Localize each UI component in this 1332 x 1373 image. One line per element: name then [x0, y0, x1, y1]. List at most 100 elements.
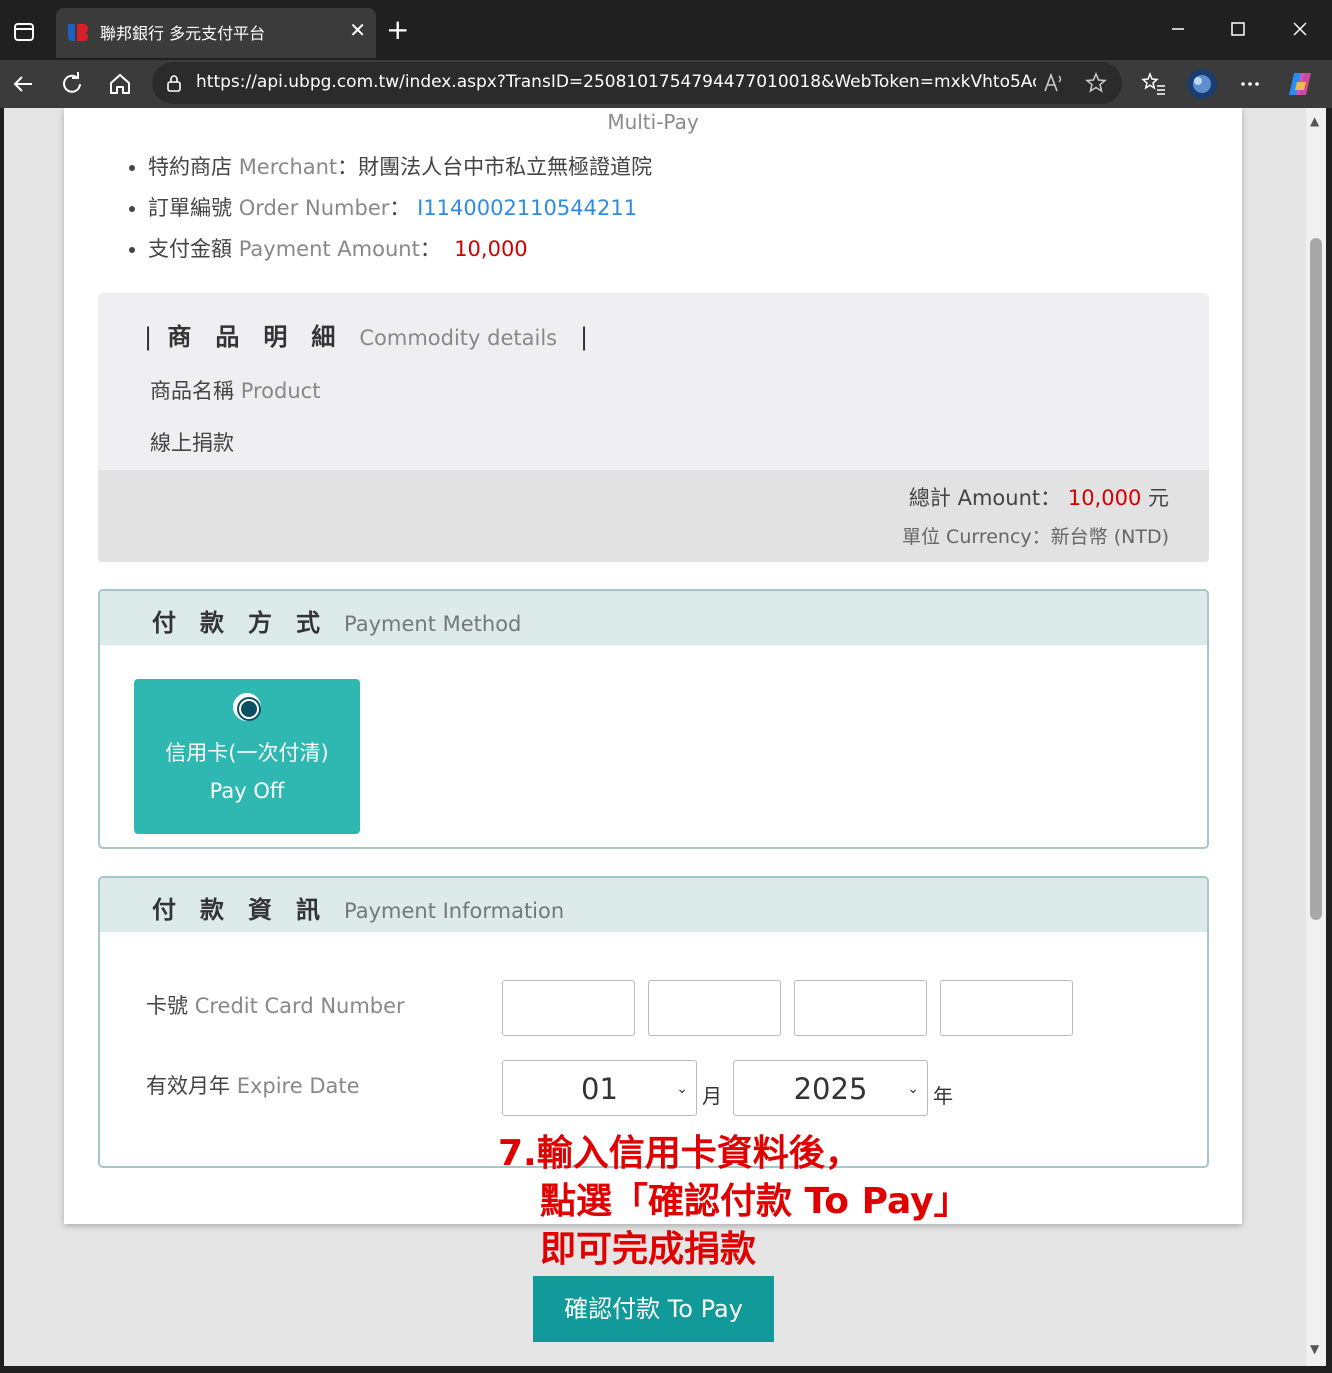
payment-method-title: 付款方式Payment Method: [152, 603, 521, 638]
tab-title: 聯邦銀行 多元支付平台: [100, 24, 266, 43]
merchant-value: 財團法人台中市私立無極證道院: [358, 155, 653, 179]
page-subtitle: Multi-Pay: [607, 110, 699, 134]
refresh-icon[interactable]: [54, 66, 90, 102]
currency-line: 單位 Currency：新台幣 (NTD): [902, 522, 1169, 549]
chevron-down-icon: ⌄: [676, 1081, 688, 1097]
credit-card-payoff-option[interactable]: 信用卡(一次付清) Pay Off: [134, 679, 360, 834]
total-amount: 總計 Amount： 10,000 元: [909, 482, 1169, 512]
colon: ：: [389, 196, 411, 220]
colon: ：: [1040, 486, 1062, 510]
profile-avatar-icon[interactable]: [1186, 68, 1218, 100]
annotation-line-2: 點選「確認付款 To Pay」: [540, 1181, 970, 1222]
card-label-en: Credit Card Number: [194, 994, 405, 1018]
copilot-icon[interactable]: [1284, 68, 1316, 100]
payment-method-header: 付款方式Payment Method: [100, 591, 1207, 645]
month-value: 01: [581, 1072, 618, 1106]
browser-window: 聯邦銀行 多元支付平台 ✕ + https://api.ubpg.com.tw/…: [0, 0, 1332, 1373]
currency-label-en: Currency: [946, 526, 1032, 548]
card-label-zh: 卡號: [146, 994, 188, 1018]
scroll-up-icon[interactable]: ▲: [1310, 114, 1319, 128]
commodity-total-bar: 總計 Amount： 10,000 元 單位 Currency：新台幣 (NTD…: [98, 470, 1209, 562]
colon: ：: [419, 237, 441, 261]
tab-actions-icon[interactable]: [8, 16, 40, 48]
order-label-zh: 訂單編號: [148, 196, 232, 220]
more-options-icon[interactable]: [1234, 68, 1266, 100]
month-unit: 月: [702, 1084, 722, 1108]
order-label-en: Order Number: [238, 196, 390, 220]
expire-month-select[interactable]: 01 ⌄: [502, 1060, 697, 1116]
expire-date-label: 有效月年 Expire Date: [146, 1070, 360, 1100]
expire-label-zh: 有效月年: [146, 1074, 230, 1098]
chevron-down-icon: ⌄: [907, 1081, 919, 1097]
card-number-field-2[interactable]: [648, 980, 781, 1036]
total-value: 10,000: [1067, 486, 1142, 510]
payment-info-title-en: Payment Information: [344, 899, 565, 923]
order-info-list: 特約商店 Merchant：財團法人台中市私立無極證道院 訂單編號 Order …: [148, 152, 652, 275]
payment-card: Multi-Pay 特約商店 Merchant：財團法人台中市私立無極證道院 訂…: [64, 108, 1242, 1224]
total-unit: 元: [1148, 486, 1169, 510]
payment-method-title-zh: 付款方式: [152, 609, 344, 637]
selected-radio-icon[interactable]: [233, 693, 261, 721]
browser-tab[interactable]: 聯邦銀行 多元支付平台 ✕: [56, 8, 376, 58]
total-label-en: Amount: [957, 486, 1041, 510]
order-number-row: 訂單編號 Order Number： I1140002110544211: [148, 193, 652, 234]
favorite-star-icon[interactable]: [1084, 71, 1108, 95]
card-number-field-1[interactable]: [502, 980, 635, 1036]
home-icon[interactable]: [102, 66, 138, 102]
year-value: 2025: [793, 1072, 868, 1106]
expire-year-select[interactable]: 2025 ⌄: [733, 1060, 928, 1116]
vertical-scrollbar[interactable]: ▲ ▼: [1306, 108, 1326, 1366]
currency-value: 新台幣 (NTD): [1050, 526, 1169, 548]
year-unit: 年: [933, 1084, 953, 1108]
merchant-label-en: Merchant: [238, 155, 338, 179]
back-icon[interactable]: [6, 66, 42, 102]
browser-toolbar: https://api.ubpg.com.tw/index.aspx?Trans…: [0, 60, 1332, 108]
expire-label-en: Expire Date: [236, 1074, 360, 1098]
card-number-field-3[interactable]: [794, 980, 927, 1036]
payment-information-title: 付款資訊Payment Information: [152, 890, 564, 925]
address-bar[interactable]: https://api.ubpg.com.tw/index.aspx?Trans…: [152, 62, 1122, 104]
total-label-zh: 總計: [908, 486, 951, 510]
order-number-value: I1140002110544211: [417, 196, 638, 220]
option-label-en: Pay Off: [209, 779, 285, 803]
title-bar: 聯邦銀行 多元支付平台 ✕ +: [0, 0, 1332, 60]
product-label-en: Product: [240, 379, 321, 403]
tab-close-icon[interactable]: ✕: [349, 18, 366, 42]
ubot-logo-icon: [66, 21, 90, 43]
minimize-icon[interactable]: [1158, 14, 1198, 44]
amount-label-en: Payment Amount: [238, 237, 420, 261]
commodity-title-en: Commodity details: [359, 326, 558, 350]
lock-icon[interactable]: [164, 73, 184, 97]
currency-label-zh: 單位: [901, 526, 940, 548]
merchant-label-zh: 特約商店: [148, 155, 232, 179]
maximize-icon[interactable]: [1218, 14, 1258, 44]
scroll-down-icon[interactable]: ▼: [1310, 1342, 1319, 1356]
colon: ：: [1031, 526, 1051, 548]
amount-value: 10,000: [454, 237, 528, 261]
card-number-label: 卡號 Credit Card Number: [146, 990, 405, 1020]
payment-method-panel: 付款方式Payment Method 信用卡(一次付清) Pay Off: [98, 589, 1209, 849]
card-number-field-4[interactable]: [940, 980, 1073, 1036]
scrollbar-thumb[interactable]: [1310, 238, 1322, 920]
page-viewport: Multi-Pay 特約商店 Merchant：財團法人台中市私立無極證道院 訂…: [4, 108, 1306, 1366]
amount-label-zh: 支付金額: [148, 237, 232, 261]
confirm-pay-button[interactable]: 確認付款 To Pay: [533, 1276, 774, 1342]
payment-info-title-zh: 付款資訊: [152, 896, 344, 924]
product-item: 線上捐款: [150, 431, 234, 455]
url-text[interactable]: https://api.ubpg.com.tw/index.aspx?Trans…: [196, 72, 1036, 92]
payment-information-header: 付款資訊Payment Information: [100, 878, 1207, 932]
commodity-details-section: | 商品明細Commodity details | 商品名稱 Product 線…: [98, 293, 1209, 562]
read-aloud-icon[interactable]: [1042, 71, 1066, 95]
payment-amount-row: 支付金額 Payment Amount： 10,000: [148, 234, 652, 275]
product-label: 商品名稱 Product: [150, 375, 320, 405]
option-label-zh: 信用卡(一次付清): [165, 741, 329, 765]
annotation-line-3: 即可完成捐款: [540, 1229, 757, 1270]
product-label-zh: 商品名稱: [150, 379, 234, 403]
close-window-icon[interactable]: [1280, 14, 1320, 44]
payment-method-title-en: Payment Method: [344, 612, 522, 636]
new-tab-button[interactable]: +: [386, 14, 409, 46]
commodity-title: | 商品明細Commodity details |: [144, 323, 589, 351]
favorites-icon[interactable]: [1138, 68, 1170, 100]
merchant-row: 特約商店 Merchant：財團法人台中市私立無極證道院: [148, 152, 652, 193]
colon: ：: [337, 155, 359, 179]
